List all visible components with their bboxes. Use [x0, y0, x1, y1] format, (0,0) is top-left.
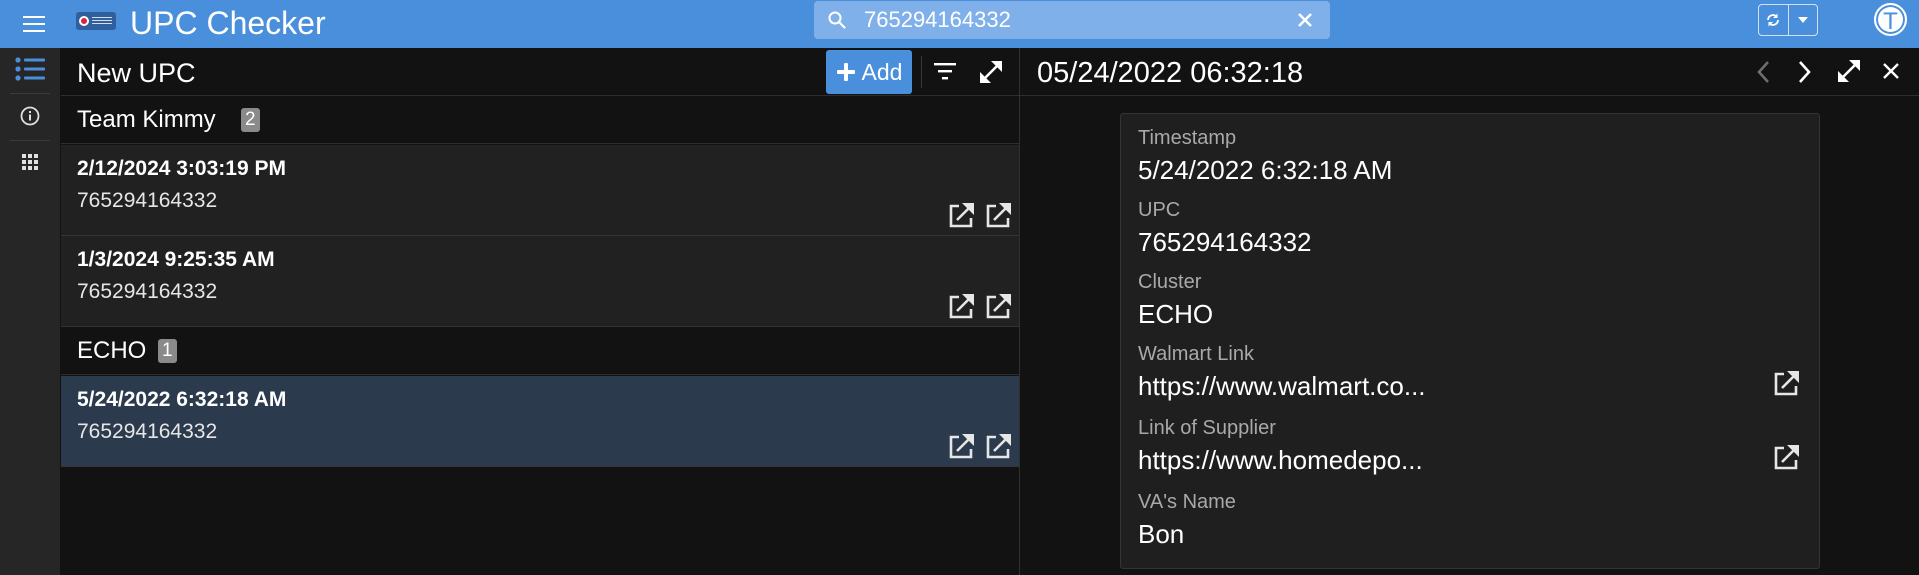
list-title: New UPC	[77, 58, 196, 88]
navigation-rail	[0, 48, 60, 575]
sync-options-chevron-down-icon[interactable]	[1787, 5, 1817, 35]
walmart-link-label: Walmart Link	[1138, 343, 1254, 365]
search-bar	[814, 1, 1330, 39]
supplier-link-value[interactable]: https://www.homedepo...	[1138, 444, 1430, 476]
upc-label: UPC	[1138, 199, 1181, 221]
company-logo-icon	[76, 12, 116, 30]
header-divider	[921, 56, 922, 88]
list-item-upc: 765294164332	[77, 420, 218, 443]
user-avatar[interactable]: T	[1874, 3, 1907, 36]
rail-item-apps[interactable]	[10, 143, 50, 181]
apps-grid-icon	[21, 153, 39, 171]
detail-panel: 05/24/2022 06:32:18 Timestamp 5/24/2022 …	[1020, 48, 1919, 575]
open-walmart-link-external-link-icon[interactable]	[946, 292, 976, 322]
group-count-badge: 2	[241, 108, 260, 132]
list-item-date: 5/24/2022 6:32:18 AM	[77, 388, 287, 411]
group-header[interactable]: ECHO 1	[61, 327, 1019, 375]
plus-icon	[836, 62, 856, 82]
group-name: ECHO	[77, 337, 147, 364]
walmart-link-value[interactable]: https://www.walmart.co...	[1138, 370, 1430, 402]
add-button-label: Add	[861, 58, 903, 85]
open-walmart-link-external-link-icon[interactable]	[946, 432, 976, 462]
top-app-bar: UPC Checker T	[0, 0, 1919, 48]
open-walmart-link-external-link-icon[interactable]	[946, 201, 976, 231]
expand-icon[interactable]	[977, 58, 1005, 86]
close-detail-icon[interactable]	[1882, 62, 1900, 80]
sync-button-group	[1758, 4, 1818, 36]
va-name-label: VA's Name	[1138, 491, 1236, 513]
info-icon	[20, 106, 40, 126]
search-input[interactable]	[864, 5, 1284, 35]
open-walmart-link-external-link-icon[interactable]	[1771, 369, 1801, 399]
search-icon	[828, 11, 846, 29]
open-supplier-link-external-link-icon[interactable]	[1771, 443, 1801, 473]
open-supplier-link-external-link-icon[interactable]	[983, 201, 1013, 231]
supplier-link-label: Link of Supplier	[1138, 417, 1276, 439]
expand-detail-icon[interactable]	[1835, 57, 1863, 85]
rail-divider	[10, 93, 50, 94]
open-supplier-link-external-link-icon[interactable]	[983, 432, 1013, 462]
list-item[interactable]: 1/3/2024 9:25:35 AM 765294164332	[61, 236, 1019, 327]
app-title: UPC Checker	[130, 5, 326, 41]
group-header[interactable]: Team Kimmy 2	[61, 96, 1019, 144]
cluster-label: Cluster	[1138, 271, 1202, 293]
group-name: Team Kimmy	[77, 106, 216, 133]
list-item[interactable]: 2/12/2024 3:03:19 PM 765294164332	[61, 145, 1019, 236]
list-item-date: 1/3/2024 9:25:35 AM	[77, 248, 275, 271]
va-name-value: Bon	[1138, 519, 1185, 549]
rail-item-list[interactable]	[10, 50, 50, 88]
detail-title: 05/24/2022 06:32:18	[1037, 57, 1304, 89]
next-record-chevron-right-icon[interactable]	[1798, 60, 1812, 84]
clear-search-icon[interactable]	[1296, 11, 1314, 29]
list-item-selected[interactable]: 5/24/2022 6:32:18 AM 765294164332	[61, 376, 1019, 467]
open-supplier-link-external-link-icon[interactable]	[983, 292, 1013, 322]
record-detail-card: Timestamp 5/24/2022 6:32:18 AM UPC 76529…	[1120, 113, 1820, 569]
group-count-badge: 1	[158, 339, 177, 363]
sync-icon[interactable]	[1759, 5, 1788, 35]
list-panel: New UPC Add Team Kimmy 2 2/12/2024 3:03:…	[61, 48, 1019, 575]
list-header: New UPC Add	[61, 48, 1019, 96]
list-item-upc: 765294164332	[77, 189, 218, 212]
list-item-upc: 765294164332	[77, 280, 218, 303]
timestamp-label: Timestamp	[1138, 127, 1237, 149]
previous-record-chevron-left-icon[interactable]	[1756, 60, 1770, 84]
rail-divider	[10, 140, 50, 141]
filter-icon[interactable]	[933, 60, 957, 82]
add-button[interactable]: Add	[826, 50, 912, 94]
timestamp-value: 5/24/2022 6:32:18 AM	[1138, 155, 1393, 185]
cluster-value: ECHO	[1138, 299, 1214, 329]
menu-icon[interactable]	[20, 10, 48, 38]
list-item-date: 2/12/2024 3:03:19 PM	[77, 157, 286, 180]
detail-header: 05/24/2022 06:32:18	[1020, 48, 1919, 96]
list-icon	[15, 57, 45, 81]
upc-value: 765294164332	[1138, 227, 1312, 257]
rail-item-info[interactable]	[10, 97, 50, 135]
